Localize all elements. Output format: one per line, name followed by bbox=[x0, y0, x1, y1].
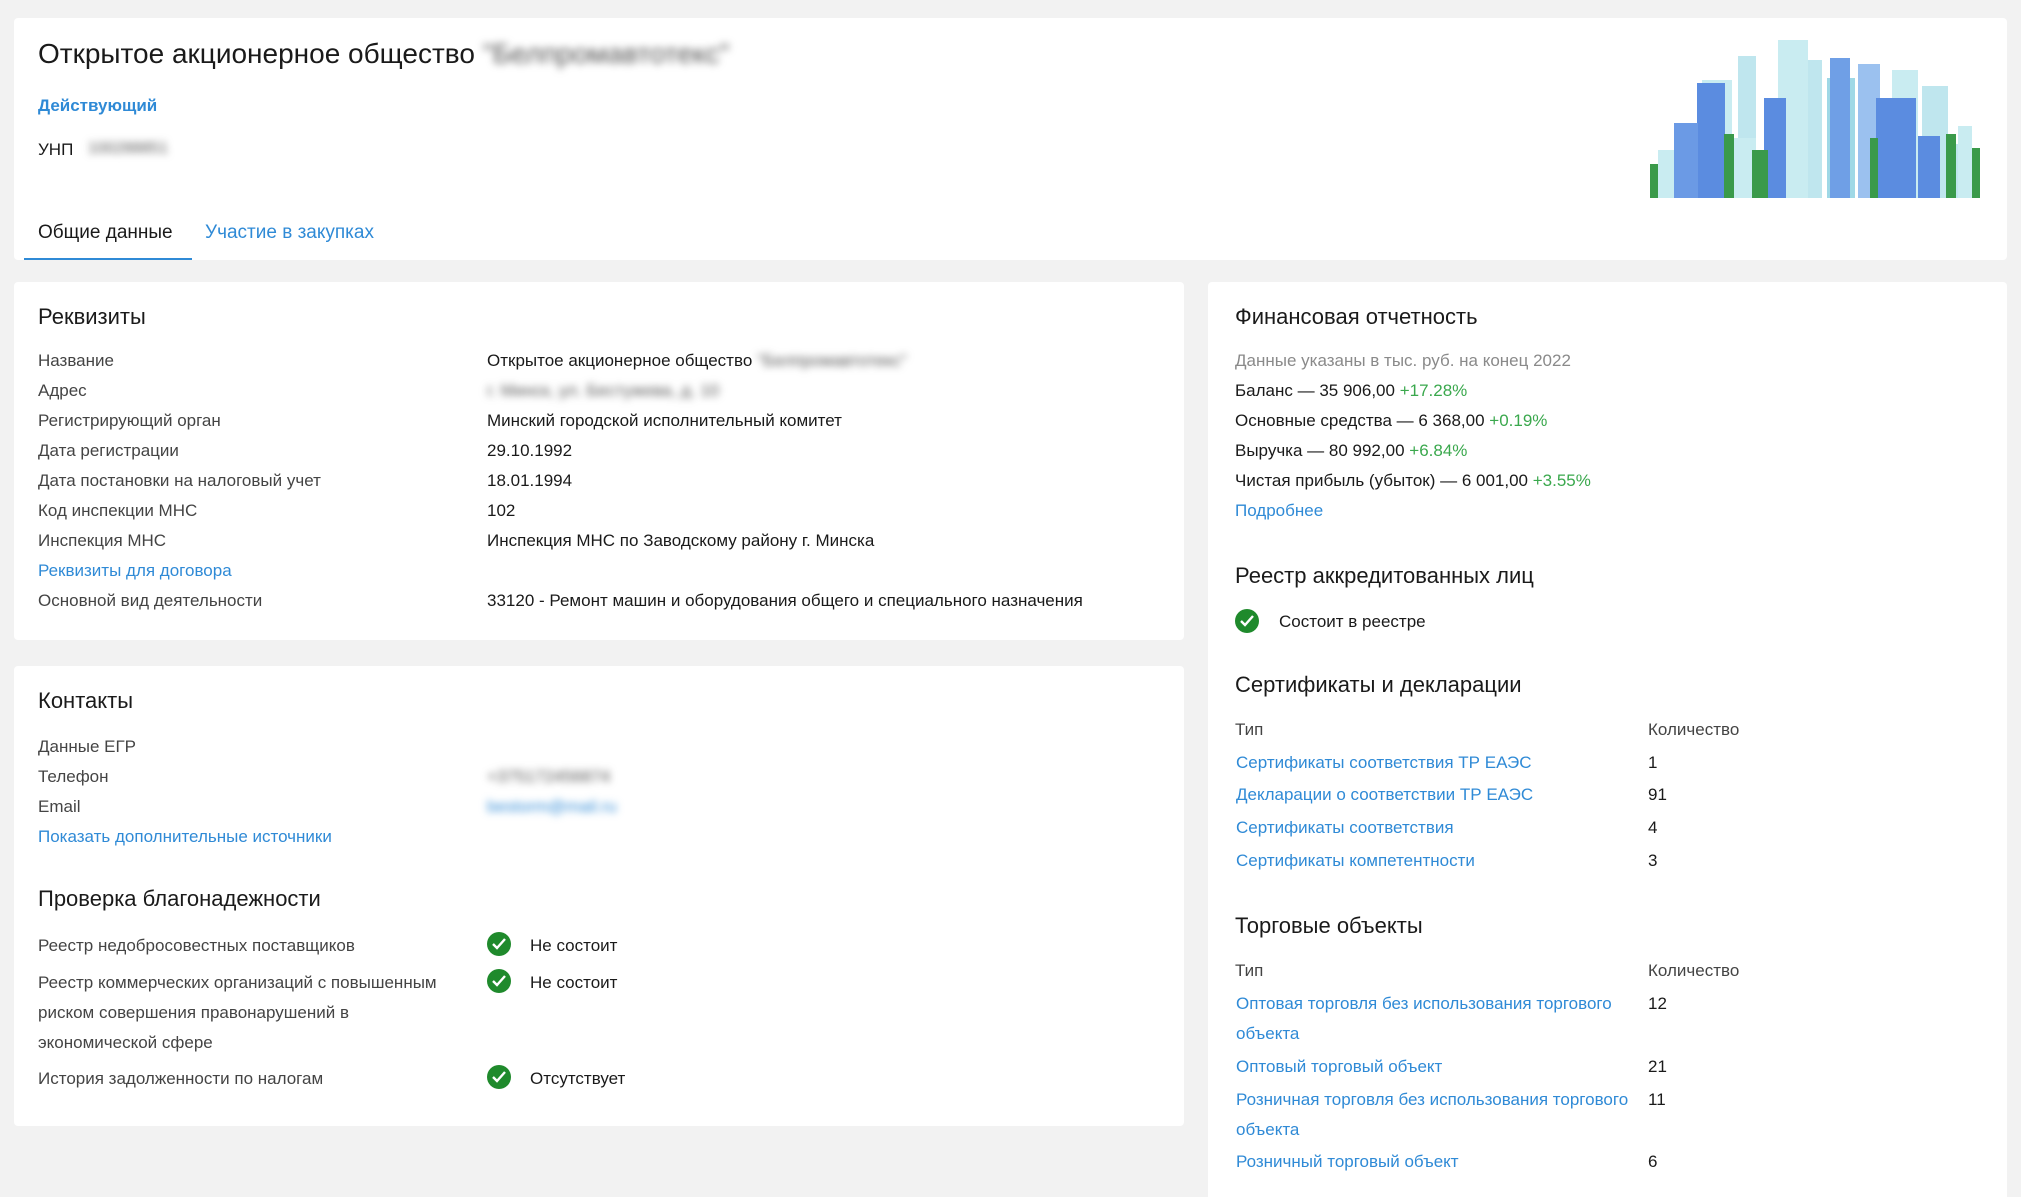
certificates-col-count: Количество bbox=[1648, 720, 1740, 739]
reliability-value-unreliable-suppliers: Не состоит bbox=[530, 936, 618, 955]
financial-item-net-profit-delta: +3.55% bbox=[1532, 471, 1591, 490]
trade-objects-col-count: Количество bbox=[1648, 961, 1740, 980]
requisites-card: Реквизиты Название Открытое акционерное … bbox=[14, 282, 1184, 640]
financial-item-net-profit-label: Чистая прибыль (убыток) — 6 001,00 bbox=[1235, 471, 1528, 490]
certificates-row-type[interactable]: Сертификаты компетентности bbox=[1236, 851, 1475, 871]
requisites-title: Реквизиты bbox=[38, 304, 146, 329]
requisites-value-name-prefix: Открытое акционерное общество bbox=[487, 351, 753, 370]
contacts-email-label: Email bbox=[38, 797, 81, 816]
reliability-label-unreliable-suppliers: Реестр недобросовестных поставщиков bbox=[38, 936, 355, 955]
trade-objects-row-type-line2[interactable]: объекта bbox=[1236, 1120, 1299, 1140]
requisites-label-address: Адрес bbox=[38, 381, 87, 400]
reliability-value-risk: Не состоит bbox=[530, 973, 618, 992]
trade-objects-row-type-line1[interactable]: Оптовая торговля без использования торго… bbox=[1236, 994, 1612, 1014]
unp-label: УНП bbox=[38, 140, 74, 159]
trade-objects-row-type-line2[interactable]: объекта bbox=[1236, 1024, 1299, 1044]
financial-item-fixed-assets-delta: +0.19% bbox=[1489, 411, 1548, 430]
city-skyline-illustration bbox=[1650, 40, 1980, 198]
contacts-title: Контакты bbox=[38, 688, 134, 713]
company-header-card: Открытое акционерное общество "Белпромав… bbox=[14, 18, 2007, 260]
requisites-value-name-blurred: "Белпромавтотекс" bbox=[757, 351, 907, 370]
company-title-prefix: Открытое акционерное общество bbox=[38, 38, 475, 69]
financial-item-revenue-label: Выручка — 80 992,00 bbox=[1235, 441, 1405, 460]
requisites-label-mns: Инспекция МНС bbox=[38, 531, 167, 550]
tab-procurement[interactable]: Участие в закупках bbox=[205, 222, 374, 244]
financial-item-fixed-assets: Основные средства — 6 368,00 +0.19% bbox=[1235, 411, 1547, 431]
requisites-label-activity: Основной вид деятельности bbox=[38, 591, 263, 610]
certificates-row-count: 4 bbox=[1648, 818, 1658, 837]
financial-item-fixed-assets-label: Основные средства — 6 368,00 bbox=[1235, 411, 1485, 430]
show-more-sources-link[interactable]: Показать дополнительные источники bbox=[38, 827, 332, 847]
check-icon bbox=[487, 932, 511, 956]
unp-value: 100288851 bbox=[88, 140, 169, 157]
requisites-value-activity: 33120 - Ремонт машин и оборудования обще… bbox=[487, 591, 1083, 610]
trade-objects-row-count: 21 bbox=[1648, 1057, 1667, 1076]
requisites-label-name: Название bbox=[38, 351, 114, 370]
requisites-value-mns: Инспекция МНС по Заводскому району г. Ми… bbox=[487, 531, 875, 550]
financial-note: Данные указаны в тыс. руб. на конец 2022 bbox=[1235, 351, 1571, 370]
check-icon bbox=[487, 1065, 511, 1089]
trade-objects-row-count: 11 bbox=[1648, 1090, 1666, 1109]
certificates-row-type[interactable]: Сертификаты соответствия bbox=[1236, 818, 1454, 838]
certificates-title: Сертификаты и декларации bbox=[1235, 672, 1522, 697]
check-icon bbox=[1235, 609, 1259, 633]
certificates-col-type: Тип bbox=[1235, 720, 1264, 739]
contacts-email-value[interactable]: bestorm@mail.ru bbox=[487, 797, 617, 817]
requisites-value-address: г. Минск, ул. Бестужева, д. 10 bbox=[487, 381, 720, 400]
certificates-row-count: 1 bbox=[1648, 753, 1658, 772]
requisites-label-registrar: Регистрирующий орган bbox=[38, 411, 221, 430]
requisites-value-name: Открытое акционерное общество "Белпромав… bbox=[487, 351, 907, 371]
reliability-label-risk-line3: экономической сфере bbox=[38, 1033, 213, 1052]
certificates-row-count: 3 bbox=[1648, 851, 1658, 870]
contacts-phone-value: +375172456874 bbox=[487, 767, 611, 786]
requisites-value-reg-date: 29.10.1992 bbox=[487, 441, 573, 460]
check-icon bbox=[487, 969, 511, 993]
contacts-card: Контакты Данные ЕГР Телефон +37517245687… bbox=[14, 666, 1184, 1126]
trade-objects-row-type-line1[interactable]: Розничный торговый объект bbox=[1236, 1152, 1459, 1172]
certificates-row-type[interactable]: Сертификаты соответствия ТР ЕАЭС bbox=[1236, 753, 1532, 773]
accredited-title: Реестр аккредитованных лиц bbox=[1235, 563, 1534, 588]
contacts-phone-label: Телефон bbox=[38, 767, 109, 786]
contract-requisites-link[interactable]: Реквизиты для договора bbox=[38, 561, 232, 581]
reliability-title: Проверка благонадежности bbox=[38, 886, 321, 911]
requisites-label-mns-code: Код инспекции МНС bbox=[38, 501, 198, 520]
trade-objects-row-type-line1[interactable]: Оптовый торговый объект bbox=[1236, 1057, 1442, 1077]
status-badge: Действующий bbox=[38, 96, 158, 115]
certificates-row-type[interactable]: Декларации о соответствии ТР ЕАЭС bbox=[1236, 785, 1533, 805]
tab-general-data[interactable]: Общие данные bbox=[38, 222, 173, 244]
reliability-label-risk-line2: риском совершения правонарушений в bbox=[38, 1003, 349, 1022]
right-info-card: Финансовая отчетность Данные указаны в т… bbox=[1208, 282, 2007, 1197]
contacts-egr-label: Данные ЕГР bbox=[38, 737, 137, 756]
financial-item-balance-label: Баланс — 35 906,00 bbox=[1235, 381, 1395, 400]
financial-item-balance: Баланс — 35 906,00 +17.28% bbox=[1235, 381, 1467, 401]
trade-objects-row-count: 6 bbox=[1648, 1152, 1658, 1171]
reliability-label-risk-line1: Реестр коммерческих организаций с повыше… bbox=[38, 973, 437, 992]
requisites-value-registrar: Минский городской исполнительный комитет bbox=[487, 411, 842, 430]
trade-objects-row-type-line1[interactable]: Розничная торговля без использования тор… bbox=[1236, 1090, 1628, 1110]
requisites-value-tax-date: 18.01.1994 bbox=[487, 471, 573, 490]
requisites-label-tax-date: Дата постановки на налоговый учет bbox=[38, 471, 321, 490]
company-title-name: "Белпромавтотекс" bbox=[482, 38, 730, 69]
requisites-label-reg-date: Дата регистрации bbox=[38, 441, 179, 460]
requisites-value-mns-code: 102 bbox=[487, 501, 516, 520]
trade-objects-title: Торговые объекты bbox=[1235, 913, 1423, 938]
company-title: Открытое акционерное общество "Белпромав… bbox=[38, 38, 729, 70]
financial-title: Финансовая отчетность bbox=[1235, 304, 1478, 329]
financial-item-revenue: Выручка — 80 992,00 +6.84% bbox=[1235, 441, 1467, 461]
certificates-row-count: 91 bbox=[1648, 785, 1667, 804]
accredited-status: Состоит в реестре bbox=[1279, 612, 1426, 631]
trade-objects-row-count: 12 bbox=[1648, 994, 1667, 1013]
financial-item-net-profit: Чистая прибыль (убыток) — 6 001,00 +3.55… bbox=[1235, 471, 1591, 491]
active-tab-indicator bbox=[24, 258, 192, 260]
financial-item-balance-delta: +17.28% bbox=[1399, 381, 1468, 400]
reliability-label-tax-debt: История задолженности по налогам bbox=[38, 1069, 324, 1088]
reliability-value-tax-debt: Отсутствует bbox=[530, 1069, 626, 1088]
financial-more-link[interactable]: Подробнее bbox=[1235, 501, 1323, 521]
trade-objects-col-type: Тип bbox=[1235, 961, 1264, 980]
financial-item-revenue-delta: +6.84% bbox=[1409, 441, 1468, 460]
